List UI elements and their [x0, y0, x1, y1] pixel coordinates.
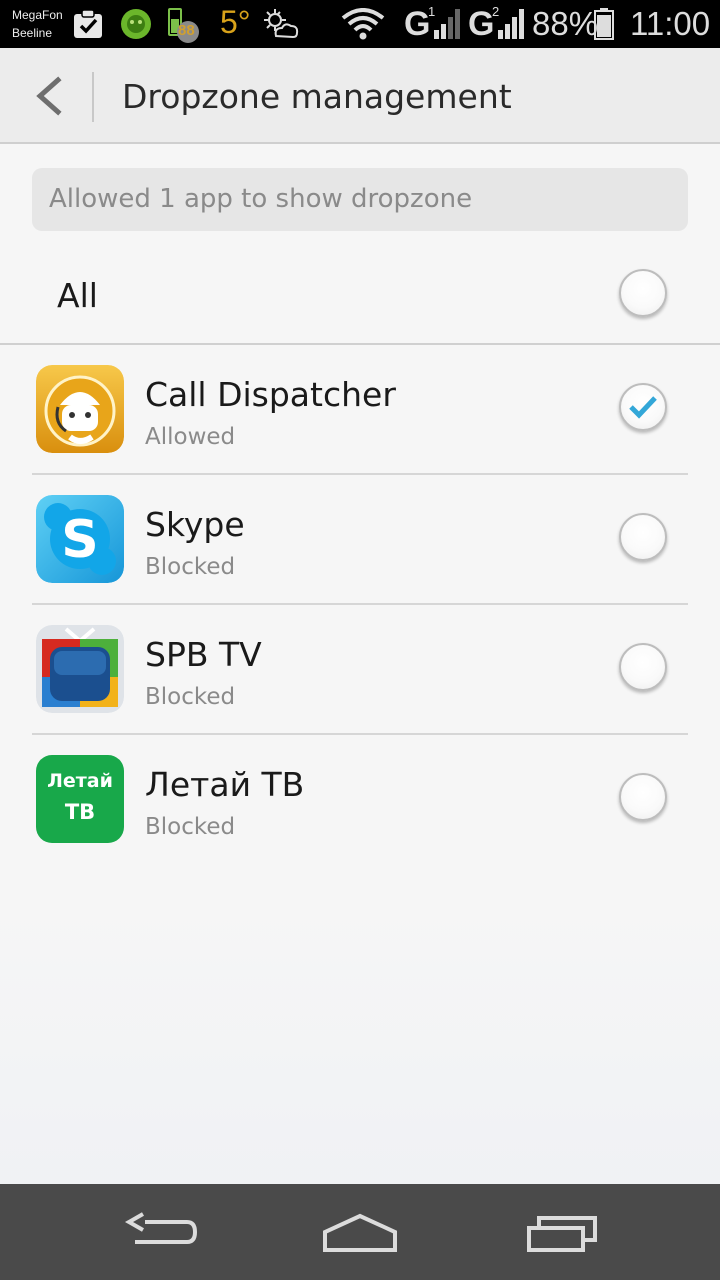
app-status: Blocked — [145, 814, 236, 840]
app-checkbox-call-dispatcher[interactable] — [619, 383, 667, 431]
app-status: Blocked — [145, 554, 236, 580]
app-name: Skype — [145, 505, 245, 544]
sim-2-network: G — [468, 5, 495, 43]
app-row-letai-tv[interactable]: Летай ТВ Летай ТВ Blocked — [0, 735, 720, 865]
skype-icon: S — [36, 495, 124, 583]
clock: 11:00 — [630, 5, 711, 42]
app-status: Allowed — [145, 424, 236, 450]
svg-text:S: S — [61, 510, 98, 570]
back-button[interactable] — [20, 66, 76, 126]
nav-back-button[interactable] — [115, 1202, 205, 1262]
carrier-names: MegaFon Beeline — [12, 6, 63, 42]
letai-tv-icon-text: Летай — [47, 770, 113, 792]
home-icon — [323, 1213, 397, 1252]
all-apps-toggle-row[interactable]: All — [0, 244, 720, 344]
action-bar: Dropzone management — [0, 48, 720, 144]
signal-icon — [498, 6, 526, 44]
shield-icon — [120, 7, 152, 45]
chevron-left-icon — [36, 76, 62, 116]
battery-percent: 88% — [532, 5, 599, 42]
app-checkbox-letai-tv[interactable] — [619, 773, 667, 821]
app-checkbox-skype[interactable] — [619, 513, 667, 561]
summary-banner: Allowed 1 app to show dropzone — [32, 168, 688, 231]
app-name: Call Dispatcher — [145, 375, 396, 414]
app-checkbox-spb-tv[interactable] — [619, 643, 667, 691]
temperature: 5° — [220, 4, 251, 40]
nav-home-button[interactable] — [315, 1202, 405, 1262]
sim-1-network: G — [404, 5, 431, 43]
battery-icon — [594, 8, 614, 44]
checkmark-icon — [629, 396, 657, 419]
app-name: Летай ТВ — [145, 765, 305, 804]
app-status: Blocked — [145, 684, 236, 710]
app-row-spb-tv[interactable]: SPB TV Blocked — [0, 605, 720, 735]
letai-tv-icon-text: ТВ — [64, 800, 96, 824]
weather-icon — [262, 8, 300, 44]
spb-tv-icon — [36, 625, 124, 713]
recent-apps-icon — [527, 1216, 597, 1252]
app-row-call-dispatcher[interactable]: Call Dispatcher Allowed — [0, 345, 720, 475]
page-title: Dropzone management — [122, 77, 512, 116]
all-apps-checkbox[interactable] — [619, 269, 667, 317]
header-divider — [92, 72, 94, 122]
all-label: All — [57, 276, 98, 315]
app-row-skype[interactable]: S Skype Blocked — [0, 475, 720, 605]
signal-icon — [434, 6, 462, 44]
status-bar: MegaFon Beeline 88 5° G 1 G 2 88% 11:00 — [0, 0, 720, 48]
carrier-2: Beeline — [12, 26, 53, 40]
navigation-bar — [0, 1184, 720, 1280]
wifi-icon — [340, 8, 386, 44]
call-dispatcher-icon — [36, 365, 124, 453]
letai-tv-icon: Летай ТВ — [36, 755, 124, 843]
battery-saver-badge: 88 — [178, 22, 195, 39]
task-check-icon — [72, 8, 104, 44]
back-icon — [124, 1212, 198, 1244]
nav-recent-apps-button[interactable] — [515, 1202, 605, 1262]
app-name: SPB TV — [145, 635, 262, 674]
carrier-1: MegaFon — [12, 8, 63, 22]
